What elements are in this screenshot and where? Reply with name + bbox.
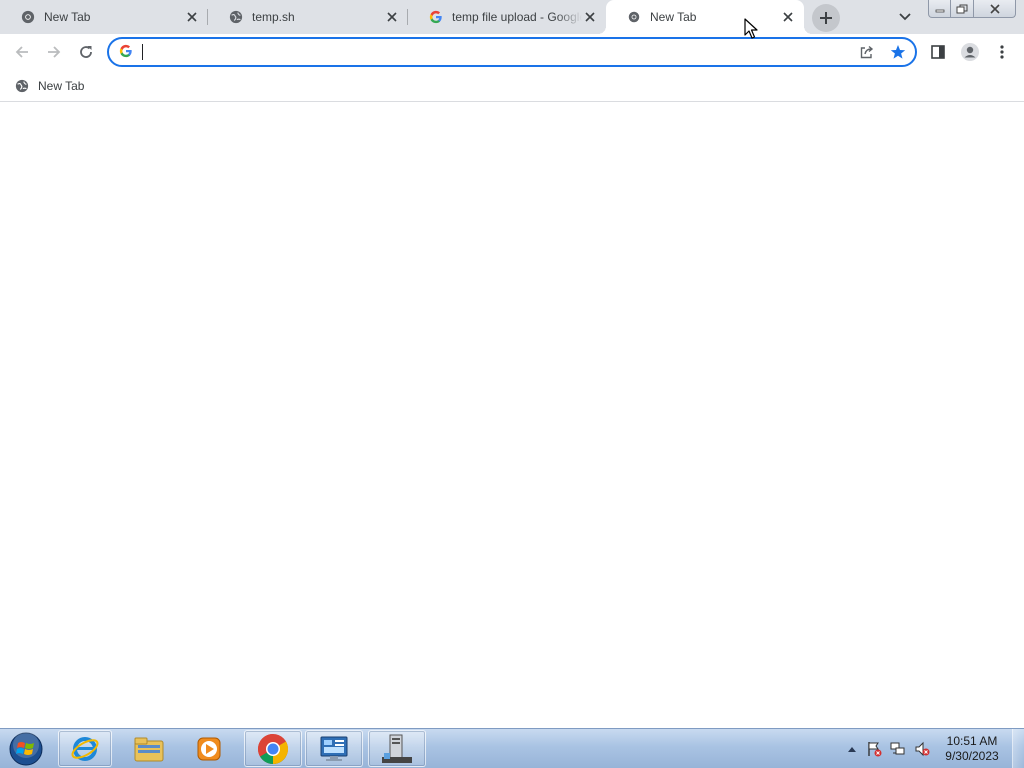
taskbar-internet-explorer[interactable] xyxy=(58,730,112,767)
taskbar-control-panel[interactable] xyxy=(305,730,363,767)
system-tray: 10:51 AM 9/30/2023 xyxy=(840,729,1024,768)
tab-title: temp.sh xyxy=(252,10,295,24)
tab-new-tab-active[interactable]: New Tab xyxy=(598,0,812,34)
arrow-left-icon xyxy=(15,46,28,58)
tab-strip: New Tab temp.sh temp file upload - Googl… xyxy=(0,0,1024,34)
text-caret xyxy=(142,44,143,60)
tab-google-search[interactable]: temp file upload - Google Search xyxy=(408,0,606,34)
close-icon xyxy=(989,3,1000,14)
tab-search-button[interactable] xyxy=(895,8,915,26)
bookmarks-bar: New Tab xyxy=(0,71,1024,102)
close-icon[interactable] xyxy=(780,9,796,25)
reload-button[interactable] xyxy=(72,38,100,66)
chrome-icon xyxy=(20,9,36,25)
menu-button[interactable] xyxy=(988,38,1016,66)
arrow-right-icon xyxy=(48,46,61,58)
tab-title: New Tab xyxy=(44,10,91,24)
close-icon[interactable] xyxy=(582,9,598,25)
restore-button[interactable] xyxy=(951,0,974,18)
bookmark-star-button[interactable] xyxy=(888,42,908,62)
mouse-cursor-icon xyxy=(744,18,758,39)
show-hidden-icons-button[interactable] xyxy=(844,741,860,757)
internet-explorer-icon xyxy=(71,736,99,761)
google-g-icon xyxy=(119,44,135,60)
new-tab-button[interactable] xyxy=(812,4,840,32)
reload-icon xyxy=(80,46,92,58)
window-controls xyxy=(928,0,1016,18)
avatar-icon xyxy=(961,43,979,61)
window-close-button[interactable] xyxy=(974,0,1016,18)
side-panel-button[interactable] xyxy=(924,38,952,66)
action-center-icon[interactable] xyxy=(866,741,882,757)
side-panel-icon xyxy=(931,45,945,59)
more-vert-icon xyxy=(1000,45,1004,59)
windows-taskbar: 10:51 AM 9/30/2023 xyxy=(0,728,1024,768)
tab-title: temp file upload - Google Search xyxy=(452,10,582,24)
taskbar-media-player[interactable] xyxy=(182,730,236,767)
share-button[interactable] xyxy=(857,42,877,62)
minimize-button[interactable] xyxy=(928,0,951,18)
bookmark-item[interactable]: New Tab xyxy=(8,74,90,98)
taskbar-clock[interactable]: 10:51 AM 9/30/2023 xyxy=(940,734,1004,764)
show-desktop-button[interactable] xyxy=(1012,729,1024,768)
restore-icon xyxy=(956,4,968,13)
minimize-icon xyxy=(935,9,944,12)
control-panel-icon xyxy=(320,736,348,761)
tab-temp-sh[interactable]: temp.sh xyxy=(208,0,408,34)
windows-start-orb-icon xyxy=(9,732,43,766)
chevron-up-icon xyxy=(848,747,856,752)
address-input[interactable] xyxy=(141,43,841,61)
globe-icon xyxy=(228,9,244,25)
close-icon[interactable] xyxy=(184,9,200,25)
browser-toolbar xyxy=(0,34,1024,71)
taskbar-chrome[interactable] xyxy=(244,730,302,767)
volume-muted-icon[interactable] xyxy=(914,741,930,757)
folder-icon xyxy=(134,737,164,761)
chrome-icon xyxy=(626,9,642,25)
media-player-icon xyxy=(197,737,221,760)
bookmark-label: New Tab xyxy=(38,79,85,93)
chevron-down-icon xyxy=(899,13,911,21)
close-icon[interactable] xyxy=(384,9,400,25)
server-manager-icon xyxy=(382,734,412,763)
share-icon xyxy=(860,45,874,59)
clock-date: 9/30/2023 xyxy=(945,749,999,763)
forward-button[interactable] xyxy=(40,38,68,66)
tab-new-tab-1[interactable]: New Tab xyxy=(0,0,208,34)
chrome-icon xyxy=(257,733,289,764)
clock-time: 10:51 AM xyxy=(946,734,998,748)
plus-icon xyxy=(820,12,832,24)
google-g-icon xyxy=(428,9,444,25)
profile-button[interactable] xyxy=(956,38,984,66)
tab-title: New Tab xyxy=(650,10,697,24)
address-bar[interactable] xyxy=(107,37,917,67)
page-content xyxy=(0,103,1024,728)
star-filled-icon xyxy=(890,45,906,59)
taskbar-server-manager[interactable] xyxy=(368,730,426,767)
network-icon[interactable] xyxy=(890,741,906,757)
globe-icon xyxy=(14,78,30,94)
start-button[interactable] xyxy=(6,730,46,768)
back-button[interactable] xyxy=(8,38,36,66)
taskbar-windows-explorer[interactable] xyxy=(122,730,176,767)
